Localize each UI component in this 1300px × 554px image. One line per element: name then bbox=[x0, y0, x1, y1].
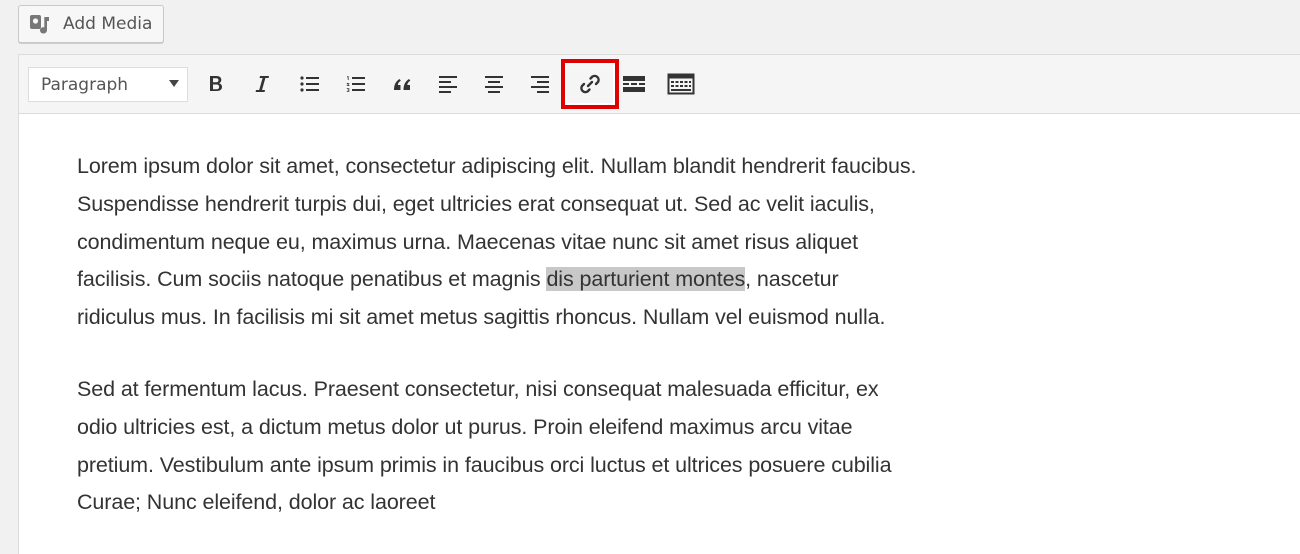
align-center-button[interactable] bbox=[478, 67, 510, 101]
format-select-value: Paragraph bbox=[41, 74, 129, 95]
selected-text: dis parturient montes bbox=[546, 267, 746, 292]
align-center-icon bbox=[483, 73, 505, 95]
bold-icon bbox=[207, 73, 225, 95]
numbered-list-icon bbox=[345, 73, 367, 95]
toolbar-toggle-button[interactable] bbox=[663, 67, 699, 101]
bulleted-list-button[interactable] bbox=[294, 67, 326, 101]
editor-toolbar: Paragraph bbox=[19, 55, 1300, 114]
format-select[interactable]: Paragraph bbox=[28, 67, 188, 102]
bullet-list-icon bbox=[299, 73, 321, 95]
quote-icon bbox=[391, 73, 413, 95]
editor-content[interactable]: Lorem ipsum dolor sit amet, consectetur … bbox=[77, 148, 917, 522]
align-right-button[interactable] bbox=[524, 67, 556, 101]
add-media-button[interactable]: Add Media bbox=[18, 5, 164, 43]
paragraph-2: Sed at fermentum lacus. Praesent consect… bbox=[77, 376, 892, 515]
read-more-icon bbox=[621, 73, 647, 95]
chevron-down-icon bbox=[169, 80, 179, 87]
align-left-icon bbox=[437, 73, 459, 95]
numbered-list-button[interactable] bbox=[340, 67, 372, 101]
blockquote-button[interactable] bbox=[386, 67, 418, 101]
align-right-icon bbox=[529, 73, 551, 95]
editor: Paragraph Lorem ipsum dolor sit amet, co… bbox=[18, 54, 1300, 554]
toolbar-toggle-icon bbox=[667, 72, 695, 96]
align-left-button[interactable] bbox=[432, 67, 464, 101]
italic-icon bbox=[253, 73, 271, 95]
media-icon bbox=[29, 13, 55, 35]
add-media-label: Add Media bbox=[63, 14, 153, 34]
italic-button[interactable] bbox=[246, 67, 278, 101]
link-icon bbox=[577, 71, 603, 97]
bold-button[interactable] bbox=[200, 67, 232, 101]
read-more-button[interactable] bbox=[618, 67, 650, 101]
insert-link-button[interactable] bbox=[561, 59, 619, 109]
paragraph-1: Lorem ipsum dolor sit amet, consectetur … bbox=[77, 148, 917, 337]
